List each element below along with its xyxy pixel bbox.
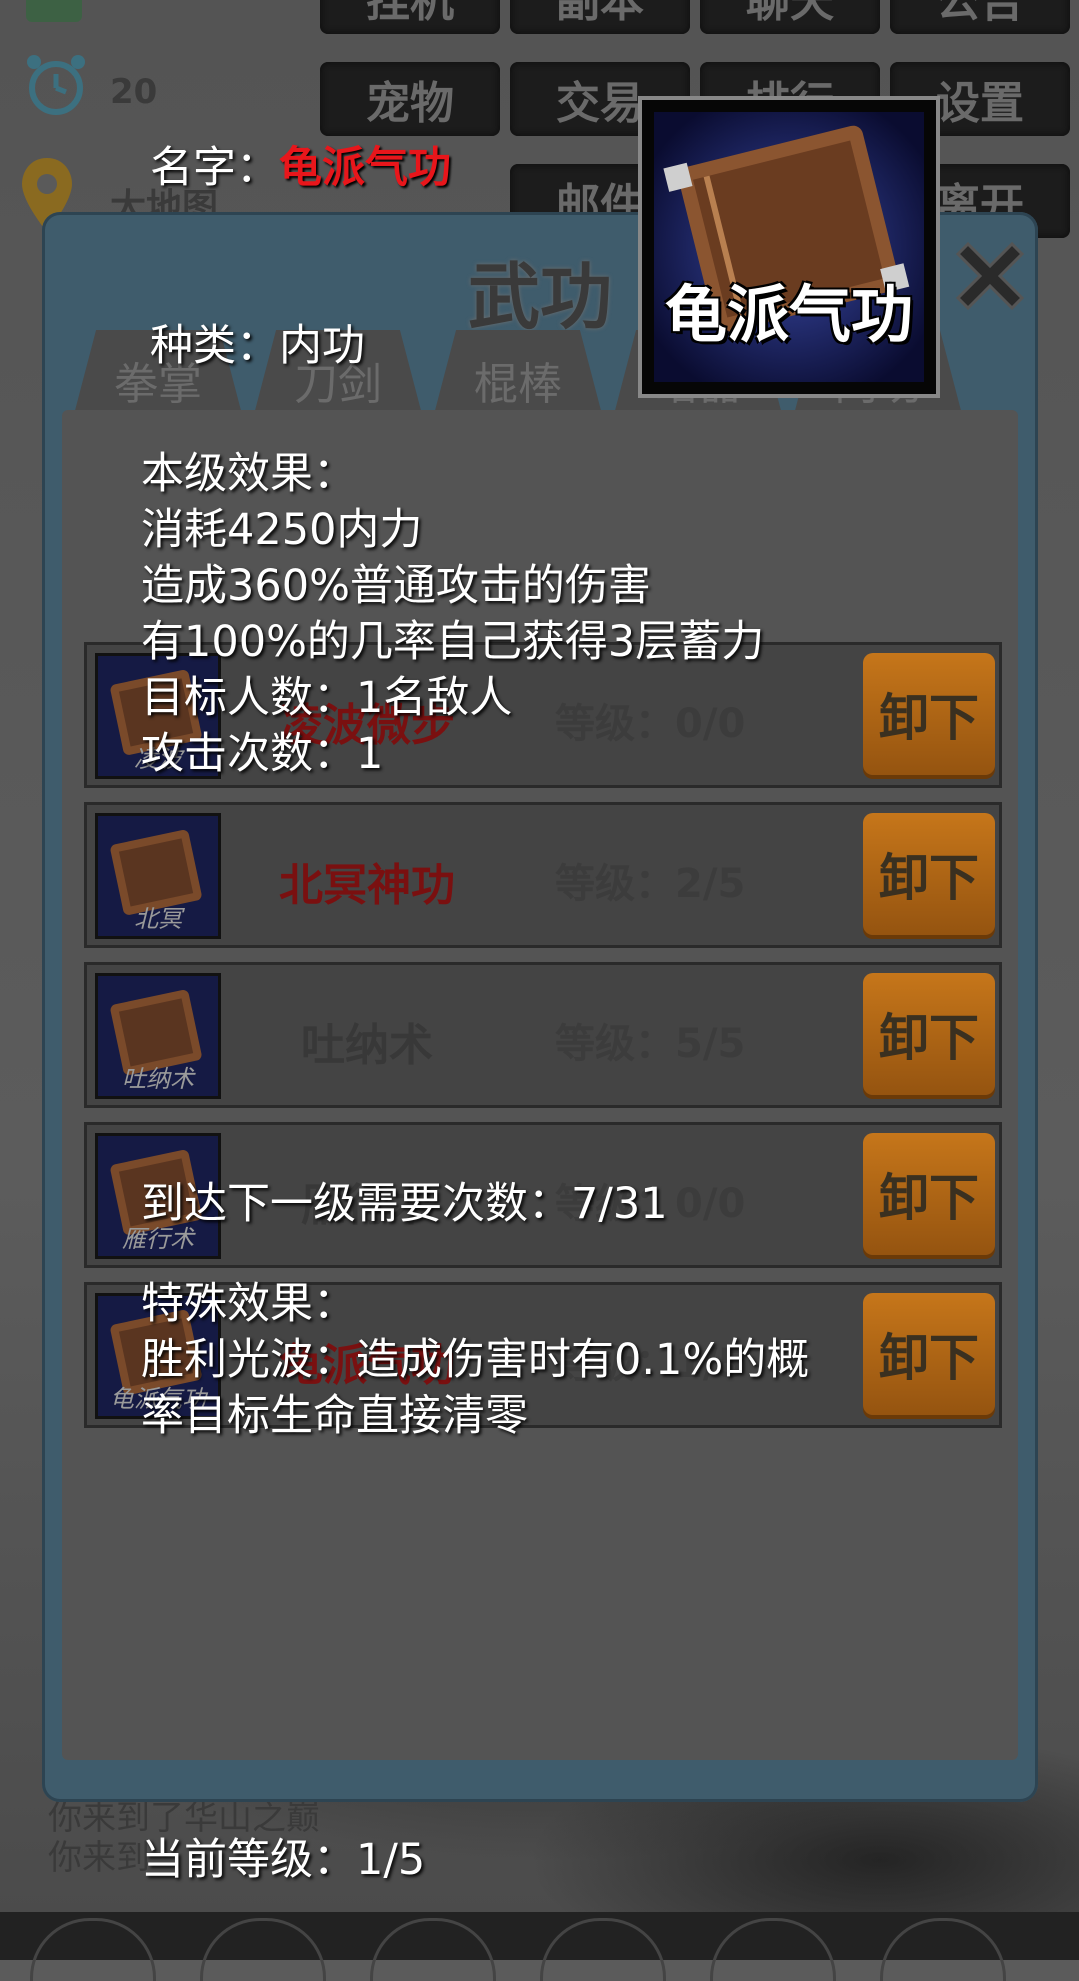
menu-notice-button[interactable]: 公告 <box>890 0 1070 34</box>
unequip-button[interactable]: 卸下 <box>863 653 995 775</box>
alarm-clock-icon <box>27 55 85 115</box>
close-icon[interactable] <box>940 226 1040 326</box>
menu-pet-button[interactable]: 宠物 <box>320 62 500 136</box>
log-line: 你来到了华山之巅 <box>48 1798 320 1838</box>
skill-level: 等级：2/5 <box>555 861 746 907</box>
tab-staff[interactable]: 棍棒 <box>432 330 604 422</box>
unequip-button[interactable]: 卸下 <box>863 813 995 935</box>
unequip-button[interactable]: 卸下 <box>863 973 995 1095</box>
effect-line: 目标人数：1名敌人 <box>141 673 513 723</box>
current-level: 当前等级：1/5 <box>141 1835 426 1885</box>
effect-line: 攻击次数：1 <box>141 729 384 779</box>
effect-line: 消耗4250内力 <box>141 505 423 555</box>
effect-line: 有100%的几率自己获得3层蓄力 <box>141 617 765 667</box>
special-effect-line: 胜利光波：造成伤害时有0.1%的概 <box>141 1335 810 1385</box>
menu-dungeon-button[interactable]: 副本 <box>510 0 690 34</box>
skill-book-large-icon: 龟派气功 <box>638 96 940 398</box>
skill-name: 北冥神功 <box>279 860 455 911</box>
unequip-button[interactable]: 卸下 <box>863 1133 995 1255</box>
menu-chat-button[interactable]: 聊天 <box>700 0 880 34</box>
next-level-requirement: 到达下一级需要次数：7/31 <box>141 1179 668 1229</box>
effect-header: 本级效果： <box>141 449 356 499</box>
skill-row[interactable]: 吐纳术 吐纳术 等级：5/5 卸下 <box>84 962 1002 1108</box>
timer-value: 20 <box>110 72 158 112</box>
log-line: 你来到 <box>48 1838 150 1878</box>
skill-row[interactable]: 北冥 北冥神功 等级：2/5 卸下 <box>84 802 1002 948</box>
effect-line: 造成360%普通攻击的伤害 <box>141 561 651 611</box>
tooltip-type: 种类：内功 <box>150 321 365 371</box>
skill-book-icon: 北冥 <box>95 813 221 939</box>
top-status-icon <box>26 0 82 22</box>
special-effect-header: 特殊效果： <box>141 1279 356 1329</box>
tooltip-name: 名字：龟派气功 <box>150 143 451 193</box>
special-effect-line: 率目标生命直接清零 <box>141 1391 528 1441</box>
skill-level: 等级：0/0 <box>555 701 746 747</box>
skill-book-icon: 吐纳术 <box>95 973 221 1099</box>
skill-list: 凌波 凌波微步 等级：0/0 卸下 北冥 北冥神功 等级：2/5 卸下 吐纳术 … <box>62 410 1018 1760</box>
unequip-button[interactable]: 卸下 <box>863 1293 995 1415</box>
skill-level: 等级：5/5 <box>555 1021 746 1067</box>
skill-name: 吐纳术 <box>301 1020 433 1071</box>
menu-hangup-button[interactable]: 挂机 <box>320 0 500 34</box>
